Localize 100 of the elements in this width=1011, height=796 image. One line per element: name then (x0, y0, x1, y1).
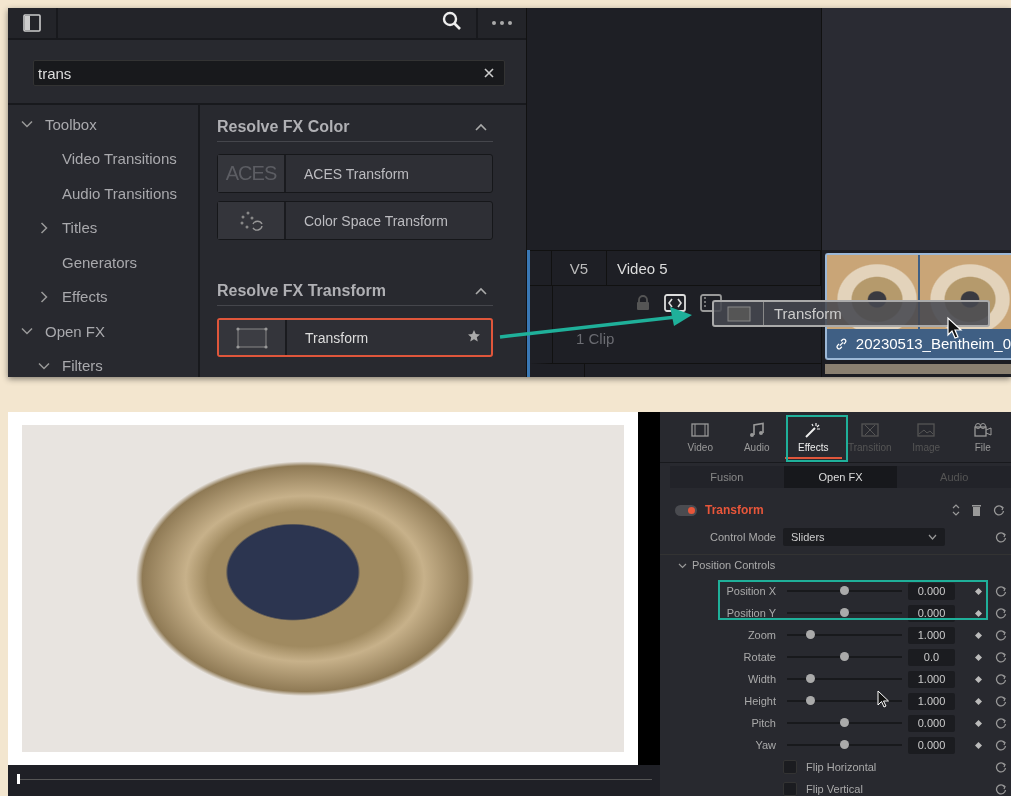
value-field[interactable]: 0.000 (908, 582, 955, 600)
chevron-right-icon[interactable] (38, 221, 50, 234)
tree-item[interactable]: Toolbox (45, 115, 97, 133)
tree-item[interactable]: Titles (62, 219, 98, 237)
keyframe-icon[interactable] (975, 587, 982, 595)
tree-item[interactable]: Audio Transitions (62, 184, 178, 202)
slider-thumb[interactable] (840, 608, 849, 617)
sub-tab[interactable]: Open FX (783, 466, 898, 488)
keyframe-icon[interactable] (975, 653, 982, 661)
reset-icon[interactable] (995, 761, 1007, 773)
group-title: Resolve FX Transform (217, 282, 386, 300)
reset-icon[interactable] (995, 585, 1007, 597)
param-label: Height (743, 695, 776, 707)
timeline-clip[interactable] (825, 364, 1011, 374)
camera-icon (972, 421, 993, 438)
toggle-switch[interactable] (675, 504, 697, 516)
keyframe-icon[interactable] (975, 675, 982, 683)
keyframe-icon[interactable] (975, 719, 982, 727)
reset-icon[interactable] (995, 695, 1007, 707)
param-label: Yaw (754, 739, 776, 751)
keyframe-icon[interactable] (975, 631, 982, 639)
caret-icon (928, 534, 937, 540)
param-label: Position Y (725, 607, 776, 619)
checkbox-label: Flip Vertical (806, 783, 863, 795)
frame-icon (725, 304, 752, 323)
track-id: V5 (552, 251, 607, 285)
clip-count: 1 Clip (576, 330, 615, 347)
slider-thumb[interactable] (805, 630, 815, 639)
value-field[interactable]: 1.000 (908, 670, 955, 688)
chevron-right-icon[interactable] (38, 290, 50, 303)
effect-item[interactable]: Transform (217, 318, 493, 357)
slider-thumb[interactable] (840, 586, 849, 595)
film-icon (690, 421, 711, 438)
tree-item[interactable]: Filters (62, 357, 103, 375)
value-field[interactable]: 1.000 (908, 692, 955, 710)
param-label: Position X (725, 585, 776, 597)
slider-thumb[interactable] (840, 718, 849, 727)
effect-title: Transform (705, 503, 765, 517)
value-field[interactable]: 0.0 (908, 648, 955, 666)
up-down-icon[interactable] (952, 504, 960, 516)
collapse-icon[interactable] (475, 123, 487, 131)
drag-preview: Transform (712, 300, 990, 327)
tree-item[interactable]: Effects (62, 288, 108, 306)
reset-icon[interactable] (995, 607, 1007, 619)
slider-thumb[interactable] (805, 696, 815, 705)
reset-icon[interactable] (995, 673, 1007, 685)
reset-icon[interactable] (995, 629, 1007, 641)
keyframe-icon[interactable] (975, 697, 982, 705)
section-title[interactable]: Position Controls (692, 559, 776, 571)
slider-thumb[interactable] (805, 674, 815, 683)
search-field[interactable]: trans (33, 60, 505, 86)
trash-icon[interactable] (972, 504, 981, 516)
more-icon[interactable] (491, 20, 513, 26)
reset-icon[interactable] (995, 651, 1007, 663)
tree-item[interactable]: Open FX (45, 322, 106, 340)
sub-tab[interactable]: Fusion (670, 466, 784, 488)
value-field[interactable]: 0.000 (908, 714, 955, 732)
inspector-tab[interactable]: Effects (785, 412, 842, 462)
link-icon (835, 335, 848, 352)
search-icon[interactable] (442, 11, 462, 31)
keyframe-icon[interactable] (975, 609, 982, 617)
tree-item[interactable]: Generators (62, 253, 138, 271)
clip-name: 20230513_Bentheim_0 (855, 335, 1011, 352)
clear-icon[interactable] (484, 68, 494, 78)
keyframe-icon[interactable] (975, 741, 982, 749)
reset-icon[interactable] (995, 531, 1007, 543)
image-icon (916, 421, 937, 438)
checkbox-label: Flip Horizontal (806, 761, 877, 773)
cursor-icon (947, 316, 963, 339)
track-name: Video 5 (607, 251, 821, 285)
slider-thumb[interactable] (840, 740, 849, 749)
star-icon[interactable] (467, 329, 481, 343)
inspector-tab[interactable]: Audio (728, 412, 785, 462)
reset-icon[interactable] (995, 783, 1007, 795)
param-label: Zoom (746, 629, 776, 641)
tree-item[interactable]: Video Transitions (62, 150, 177, 168)
collapse-icon[interactable] (475, 287, 487, 295)
effect-item[interactable]: Color Space Transform (217, 201, 493, 240)
cursor-icon (877, 690, 889, 708)
control-mode-dropdown[interactable]: Sliders (783, 528, 945, 546)
param-label: Pitch (750, 717, 776, 729)
value-field[interactable]: 1.000 (908, 626, 955, 644)
group-title: Resolve FX Color (217, 118, 350, 136)
highlight-box (786, 415, 848, 462)
checkbox[interactable] (783, 760, 797, 774)
slider-thumb[interactable] (840, 652, 849, 661)
param-label: Rotate (742, 651, 776, 663)
param-label: Width (746, 673, 776, 685)
transition-icon (859, 421, 880, 438)
reset-icon[interactable] (995, 717, 1007, 729)
frame-icon (235, 325, 269, 350)
reset-icon[interactable] (995, 739, 1007, 751)
field-label: Control Mode (708, 531, 776, 543)
reset-icon[interactable] (993, 504, 1005, 516)
code-icon[interactable] (664, 294, 686, 312)
value-field[interactable]: 0.000 (908, 736, 955, 754)
inspector-tab[interactable]: Video (672, 412, 729, 462)
panel-toggle-icon[interactable] (23, 14, 41, 32)
checkbox[interactable] (783, 782, 797, 796)
inspector-tab[interactable]: File (954, 412, 1011, 462)
